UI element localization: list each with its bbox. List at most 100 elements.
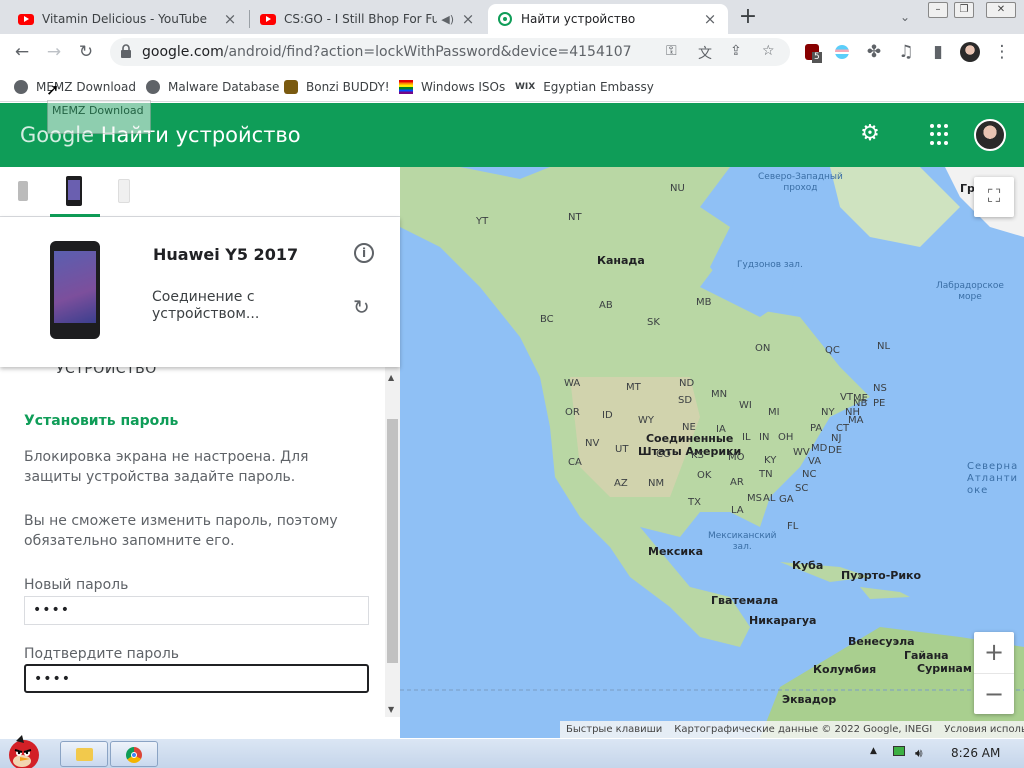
map-view[interactable]: Канада Соединенные Штаты Америки Мексика … bbox=[400, 167, 1024, 738]
device-tab-3[interactable] bbox=[100, 167, 150, 217]
ublock-extension-icon[interactable]: 5 bbox=[800, 40, 824, 64]
forward-icon[interactable]: → bbox=[42, 40, 66, 64]
tray-show-hidden-icon[interactable]: ▲ bbox=[870, 746, 877, 756]
map-label-va: VA bbox=[808, 456, 822, 467]
map-label-or: OR bbox=[565, 407, 580, 418]
map-label-mn: MN bbox=[711, 389, 728, 400]
extensions-puzzle-icon[interactable]: ✤ bbox=[862, 40, 886, 64]
tab-youtube-csgo[interactable]: CS:GO - I Still Bhop For Fun ◀) × bbox=[250, 4, 486, 34]
map-label-al: AL bbox=[763, 493, 776, 504]
map-label-mb: MB bbox=[696, 297, 712, 308]
close-tab-icon[interactable]: × bbox=[460, 10, 476, 28]
bookmark-malware-db[interactable]: Malware Database bbox=[146, 76, 279, 98]
profile-avatar[interactable] bbox=[958, 40, 982, 64]
bookmark-egyptian-embassy[interactable]: WIX Egyptian Embassy bbox=[515, 76, 654, 98]
scroll-up-arrow-icon[interactable]: ▲ bbox=[388, 373, 394, 382]
map-label-mt: MT bbox=[626, 382, 641, 393]
account-avatar[interactable] bbox=[974, 119, 1006, 151]
terms-link[interactable]: Условия использования bbox=[938, 724, 1024, 735]
address-bar[interactable]: google.com/android/find?action=lockWithP… bbox=[110, 38, 790, 66]
translate-icon[interactable]: 文 bbox=[698, 43, 712, 63]
info-icon[interactable]: i bbox=[354, 243, 374, 263]
section-heading-cut: УСТРОЙСТВО bbox=[56, 367, 157, 377]
close-window-button[interactable]: ✕ bbox=[986, 2, 1016, 18]
taskbar-chrome[interactable] bbox=[110, 741, 158, 767]
map-label-colombia: Колумбия bbox=[813, 663, 877, 676]
map-data-attribution: Картографические данные © 2022 Google, I… bbox=[674, 724, 933, 735]
tab-find-device[interactable]: Найти устройство × bbox=[488, 4, 728, 34]
new-tab-icon[interactable]: + bbox=[736, 5, 760, 29]
google-apps-icon[interactable] bbox=[930, 124, 952, 146]
restore-button[interactable]: ❐ bbox=[954, 2, 974, 18]
start-button-angry-bird-icon[interactable] bbox=[2, 731, 50, 768]
keyboard-shortcuts-link[interactable]: Быстрые клавиши bbox=[560, 724, 668, 735]
device-status: Соединение с устройством... bbox=[152, 289, 260, 322]
new-password-input[interactable]: •••• bbox=[24, 596, 369, 625]
confirm-password-input[interactable]: •••• bbox=[24, 664, 369, 693]
map-label-me: ME bbox=[853, 393, 868, 404]
back-icon[interactable]: ← bbox=[10, 40, 34, 64]
map-label-guatemala: Гватемала bbox=[711, 594, 779, 607]
scrollbar-thumb[interactable] bbox=[387, 419, 398, 663]
taskbar-explorer[interactable] bbox=[60, 741, 108, 767]
map-label-ga: GA bbox=[779, 494, 794, 505]
fullscreen-button[interactable]: ⛶ bbox=[974, 177, 1014, 217]
globe-icon bbox=[14, 80, 28, 94]
tooltip-text: MEMZ Download bbox=[52, 104, 144, 117]
side-panel-icon[interactable]: ▮ bbox=[926, 40, 950, 64]
map-label-nv: NV bbox=[585, 438, 600, 449]
bookmark-memz[interactable]: MEMZ Download bbox=[14, 76, 136, 98]
map-label-ky: KY bbox=[764, 455, 777, 466]
bookmark-label: Egyptian Embassy bbox=[543, 80, 654, 94]
scroll-down-arrow-icon[interactable]: ▼ bbox=[388, 705, 394, 714]
map-label-labrador: Лабрадорское море bbox=[936, 281, 1004, 302]
media-control-icon[interactable]: ♫ bbox=[894, 40, 918, 64]
trans-flag-extension-icon[interactable] bbox=[830, 40, 854, 64]
map-label-puerto-rico: Пуэрто-Рико bbox=[841, 569, 922, 582]
settings-gear-icon[interactable]: ⚙ bbox=[858, 122, 882, 146]
map-label-nl: NL bbox=[877, 341, 891, 352]
tray-clock[interactable]: 8:26 AM bbox=[951, 746, 1000, 760]
cannot-change-text: Вы не сможете изменить пароль, поэтому о… bbox=[24, 513, 338, 549]
map-label-il: IL bbox=[742, 432, 751, 443]
minimize-button[interactable]: – bbox=[928, 2, 948, 18]
share-icon[interactable]: ⇪ bbox=[730, 43, 742, 59]
device-selector-tabs bbox=[0, 167, 400, 217]
close-tab-icon[interactable]: × bbox=[702, 10, 718, 28]
map-label-sc: SC bbox=[795, 483, 809, 494]
map-label-nd: ND bbox=[679, 378, 695, 389]
tab-youtube-vitamin[interactable]: Vitamin Delicious - YouTube × bbox=[8, 4, 248, 34]
chrome-menu-icon[interactable]: ⋮ bbox=[990, 40, 1014, 64]
bookmark-tooltip: MEMZ Download bbox=[47, 100, 151, 134]
url-host: google.com bbox=[142, 44, 224, 60]
map-label-az: AZ bbox=[614, 478, 628, 489]
url-path: /android/find?action=lockWithPassword&de… bbox=[223, 44, 632, 60]
close-tab-icon[interactable]: × bbox=[222, 10, 238, 28]
refresh-icon[interactable]: ↻ bbox=[353, 295, 370, 319]
map-label-nm: NM bbox=[648, 478, 665, 489]
reload-icon[interactable]: ↻ bbox=[74, 40, 98, 64]
device-tab-huawei[interactable] bbox=[50, 167, 100, 217]
tray-battery-icon[interactable] bbox=[893, 746, 905, 759]
zoom-in-button[interactable]: + bbox=[974, 632, 1014, 673]
url-text: google.com/android/find?action=lockWithP… bbox=[142, 44, 632, 60]
new-password-label: Новый пароль bbox=[24, 577, 129, 593]
tab-search-chevron-icon[interactable]: ⌄ bbox=[893, 5, 917, 29]
bookmark-label: Malware Database bbox=[168, 80, 280, 94]
map-label-tn: TN bbox=[759, 469, 773, 480]
set-password-title: Установить пароль bbox=[24, 413, 179, 429]
panel-scrollbar[interactable]: ▲ ▼ bbox=[385, 367, 400, 717]
map-label-qc: QC bbox=[825, 345, 840, 356]
map-label-ab: AB bbox=[599, 300, 613, 311]
device-tab-1[interactable] bbox=[0, 167, 50, 217]
windows-taskbar: ▲ 🔊︎ 8:26 AM bbox=[0, 735, 1024, 768]
map-label-nj: NJ bbox=[831, 433, 842, 444]
bookmark-windows-isos[interactable]: Windows ISOs bbox=[399, 76, 505, 98]
bookmark-star-icon[interactable]: ☆ bbox=[762, 43, 775, 59]
zoom-out-button[interactable]: − bbox=[974, 673, 1014, 714]
map-footer: Быстрые клавиши Картографические данные … bbox=[560, 721, 1024, 738]
tray-volume-icon[interactable]: 🔊︎ bbox=[915, 746, 923, 761]
bookmark-bonzi[interactable]: Bonzi BUDDY! bbox=[284, 76, 390, 98]
speaker-icon[interactable]: ◀) bbox=[441, 13, 454, 26]
password-key-icon[interactable]: ⚿ bbox=[666, 43, 677, 59]
